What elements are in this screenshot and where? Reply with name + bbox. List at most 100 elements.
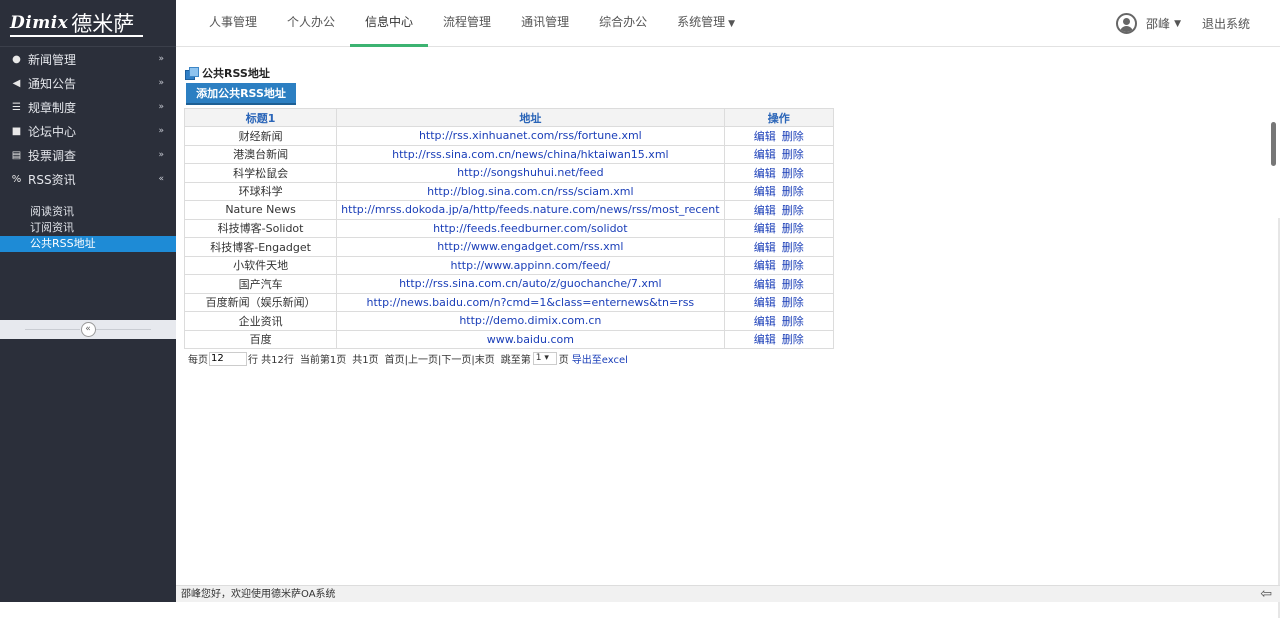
edit-link[interactable]: 编辑 xyxy=(754,130,776,143)
user-menu[interactable]: 邵峰 ▼ 退出系统 xyxy=(1116,13,1250,34)
scrollbar-thumb[interactable] xyxy=(1271,122,1276,166)
table-row: 科技博客-Engadget http://www.engadget.com/rss… xyxy=(183,237,835,257)
chevron-icon[interactable]: « xyxy=(158,174,164,184)
edit-link[interactable]: 编辑 xyxy=(754,222,776,235)
logo-latin: Dimix xyxy=(10,13,69,33)
chevron-icon[interactable]: » xyxy=(158,150,164,160)
logo-underline xyxy=(10,35,143,37)
sidebar-item-comment[interactable]: ■ 论坛中心 » xyxy=(0,119,176,143)
edit-link[interactable]: 编辑 xyxy=(754,204,776,217)
nav-tab[interactable]: 通讯管理 xyxy=(506,0,584,47)
sidebar-item-megaphone[interactable]: ◀ 通知公告 » xyxy=(0,71,176,95)
delete-link[interactable]: 删除 xyxy=(782,333,804,346)
row-url[interactable]: http://www.engadget.com/rss.xml xyxy=(336,237,725,257)
delete-link[interactable]: 删除 xyxy=(782,315,804,328)
delete-link[interactable]: 删除 xyxy=(782,130,804,143)
sidebar: Dimix 德米萨 ● 新闻管理 » ◀ 通知公告 » ☰ 规章制度 » ■ 论坛中心 » ▤ 投票调查 »… xyxy=(0,0,176,602)
sidebar-item-ballot[interactable]: ▤ 投票调查 » xyxy=(0,143,176,167)
nav-tab[interactable]: 信息中心 xyxy=(350,0,429,47)
row-count: 行 共12行 xyxy=(248,355,294,366)
edit-link[interactable]: 编辑 xyxy=(754,278,776,291)
collapse-sidebar-button[interactable]: « xyxy=(80,322,96,337)
column-header-title[interactable]: 标题1 xyxy=(183,108,338,127)
nav-tab[interactable]: 人事管理 xyxy=(194,0,272,47)
chevron-icon[interactable]: » xyxy=(158,126,164,136)
edit-link[interactable]: 编辑 xyxy=(754,259,776,272)
submenu-item[interactable]: 阅读资讯 xyxy=(0,204,176,220)
delete-link[interactable]: 删除 xyxy=(782,296,804,309)
row-actions: 编辑 删除 xyxy=(723,292,835,312)
edit-link[interactable]: 编辑 xyxy=(754,167,776,180)
chevron-icon[interactable]: » xyxy=(158,78,164,88)
page-title-text: 公共RSS地址 xyxy=(202,67,270,80)
main-content: 公共RSS地址 添加公共RSS地址 标题1 地址 操作 财经新闻 http://r… xyxy=(176,48,1268,585)
row-url[interactable]: http://news.baidu.com/n?cmd=1&class=ente… xyxy=(336,292,725,312)
edit-link[interactable]: 编辑 xyxy=(754,333,776,346)
table-row: 企业资讯 http://demo.dimix.com.cn 编辑 删除 xyxy=(183,311,835,331)
nav-tab[interactable]: 综合办公 xyxy=(584,0,662,47)
row-url[interactable]: http://songshuhui.net/feed xyxy=(336,163,725,183)
edit-link[interactable]: 编辑 xyxy=(754,296,776,309)
sidebar-item-globe[interactable]: ● 新闻管理 » xyxy=(0,47,176,71)
globe-icon: ● xyxy=(12,53,21,65)
submenu-item[interactable]: 公共RSS地址 xyxy=(0,236,176,252)
username[interactable]: 邵峰 xyxy=(1146,15,1170,32)
windows-icon xyxy=(185,66,199,80)
chevron-icon[interactable]: » xyxy=(158,102,164,112)
page-select[interactable]: 1 ▾ xyxy=(532,352,557,365)
row-url[interactable]: http://rss.xinhuanet.com/rss/fortune.xml xyxy=(336,126,725,146)
export-excel-link[interactable]: 导出至excel xyxy=(572,351,628,366)
row-actions: 编辑 删除 xyxy=(723,181,835,201)
nav-tab[interactable]: 个人办公 xyxy=(272,0,350,47)
row-title: 百度 xyxy=(183,329,338,349)
row-url[interactable]: http://feeds.feedburner.com/solidot xyxy=(336,218,725,238)
delete-link[interactable]: 删除 xyxy=(782,204,804,217)
nav-tab[interactable]: 流程管理 xyxy=(428,0,506,47)
add-rss-button[interactable]: 添加公共RSS地址 xyxy=(186,83,296,105)
edit-link[interactable]: 编辑 xyxy=(754,241,776,254)
row-url[interactable]: http://mrss.dokoda.jp/a/http/feeds.natur… xyxy=(336,200,725,220)
submenu-item[interactable]: 订阅资讯 xyxy=(0,220,176,236)
chevron-down-icon: ▼ xyxy=(728,19,736,29)
arrow-left-icon[interactable]: ⇦ xyxy=(1260,587,1272,601)
row-url[interactable]: www.baidu.com xyxy=(336,329,725,349)
delete-link[interactable]: 删除 xyxy=(782,259,804,272)
sidebar-item-rss[interactable]: % RSS资讯 « xyxy=(0,167,176,191)
delete-link[interactable]: 删除 xyxy=(782,278,804,291)
page-nav-links[interactable]: 首页|上一页|下一页|末页 xyxy=(385,351,495,366)
edit-link[interactable]: 编辑 xyxy=(754,315,776,328)
row-url[interactable]: http://demo.dimix.com.cn xyxy=(336,311,725,331)
row-title: 企业资讯 xyxy=(183,311,338,331)
chevron-down-icon[interactable]: ▼ xyxy=(1174,19,1181,29)
per-page-input[interactable] xyxy=(209,351,247,366)
rss-table: 标题1 地址 操作 财经新闻 http://rss.xinhuanet.com/r… xyxy=(183,108,835,349)
column-header-url[interactable]: 地址 xyxy=(336,108,725,127)
jump-label: 跳至第 xyxy=(500,355,531,366)
nav-tab[interactable]: 系统管理 ▼ xyxy=(662,0,750,47)
row-title: 科技博客-Solidot xyxy=(183,218,338,238)
scrollbar[interactable] xyxy=(1268,48,1280,618)
table-header-row: 标题1 地址 操作 xyxy=(183,108,835,127)
sidebar-collapse-bar: « xyxy=(0,320,176,339)
row-actions: 编辑 删除 xyxy=(723,144,835,164)
delete-link[interactable]: 删除 xyxy=(782,167,804,180)
column-header-actions: 操作 xyxy=(723,108,835,127)
row-url[interactable]: http://www.appinn.com/feed/ xyxy=(336,255,725,275)
row-url[interactable]: http://rss.sina.com.cn/news/china/hktaiw… xyxy=(336,144,725,164)
edit-link[interactable]: 编辑 xyxy=(754,148,776,161)
sidebar-item-list[interactable]: ☰ 规章制度 » xyxy=(0,95,176,119)
row-title: 科学松鼠会 xyxy=(183,163,338,183)
delete-link[interactable]: 删除 xyxy=(782,241,804,254)
delete-link[interactable]: 删除 xyxy=(782,148,804,161)
nav-tab-label: 系统管理 xyxy=(677,15,726,29)
edit-link[interactable]: 编辑 xyxy=(754,185,776,198)
logout-link[interactable]: 退出系统 xyxy=(1202,15,1250,32)
chevron-icon[interactable]: » xyxy=(158,54,164,64)
row-url[interactable]: http://rss.sina.com.cn/auto/z/guochanche… xyxy=(336,274,725,294)
total-pages: 共1页 xyxy=(352,355,379,366)
row-url[interactable]: http://blog.sina.com.cn/rss/sciam.xml xyxy=(336,181,725,201)
avatar-icon[interactable] xyxy=(1116,13,1138,34)
row-title: 国产汽车 xyxy=(183,274,338,294)
delete-link[interactable]: 删除 xyxy=(782,185,804,198)
delete-link[interactable]: 删除 xyxy=(782,222,804,235)
